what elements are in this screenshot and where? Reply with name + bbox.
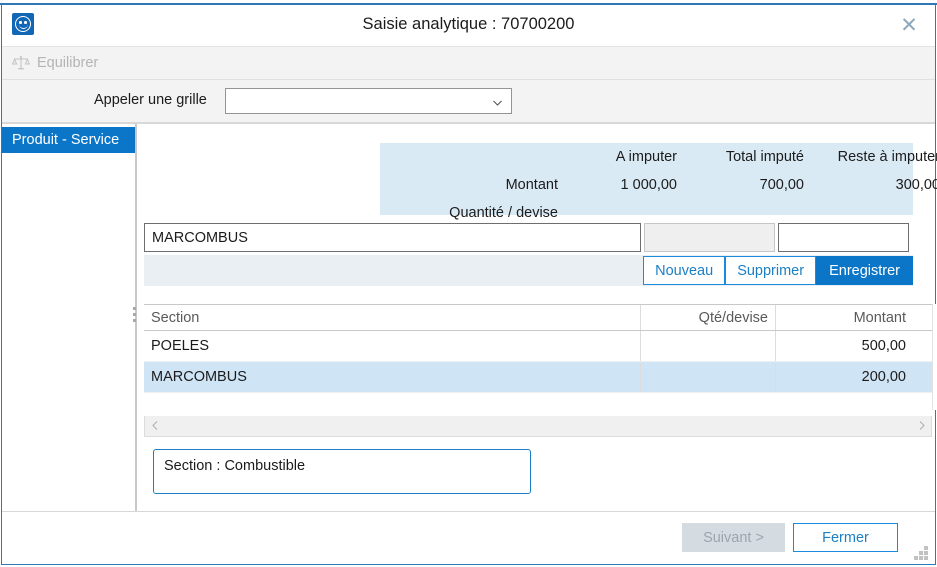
- equilibrer-button[interactable]: Equilibrer: [12, 55, 98, 71]
- summary-montant-total-impute: 700,00: [686, 171, 813, 199]
- summary-header-a-imputer: A imputer: [567, 143, 686, 171]
- summary-row-montant: Montant 1 000,00 700,00 300,00: [380, 171, 937, 199]
- table-empty-area: [144, 393, 932, 417]
- grip-dot: [919, 556, 923, 560]
- section-input[interactable]: MARCOMBUS: [144, 223, 641, 252]
- dialog-window: Saisie analytique : 70700200 ✕ Equilibre…: [1, 4, 936, 565]
- supprimer-button[interactable]: Supprimer: [725, 256, 816, 285]
- grille-combobox[interactable]: [225, 88, 512, 114]
- chevron-down-icon: [492, 95, 503, 106]
- sidebar: Produit - Service: [2, 124, 136, 564]
- sections-table: Section Qté/devise Montant POELES 500,00…: [144, 304, 932, 417]
- summary-panel: A imputer Total imputé Reste à imputer M…: [380, 143, 913, 215]
- sidebar-item-produit-service[interactable]: Produit - Service: [2, 127, 135, 153]
- summary-header-row: A imputer Total imputé Reste à imputer: [380, 143, 937, 171]
- vertical-splitter-grip[interactable]: [131, 302, 137, 326]
- equilibrer-label: Equilibrer: [37, 55, 98, 71]
- quantity-input: [644, 223, 775, 252]
- window-title: Saisie analytique : 70700200: [2, 15, 935, 34]
- grip-dot: [133, 307, 136, 310]
- summary-header-reste-a-imputer: Reste à imputer: [813, 143, 937, 171]
- grille-bar: Appeler une grille Appliquer: [2, 80, 935, 123]
- cell-qte: [641, 331, 776, 361]
- balance-scale-icon: [12, 55, 30, 71]
- table-horizontal-scrollbar[interactable]: [144, 416, 932, 437]
- fermer-button[interactable]: Fermer: [793, 523, 898, 552]
- section-note-box[interactable]: Section : Combustible: [153, 449, 531, 494]
- grip-dot: [914, 556, 918, 560]
- cell-section: POELES: [144, 331, 641, 361]
- summary-corner: [380, 143, 567, 171]
- dialog-body: Produit - Service A imputer Total imputé: [2, 123, 935, 564]
- grip-dot: [924, 556, 928, 560]
- summary-table: A imputer Total imputé Reste à imputer M…: [380, 143, 937, 227]
- sidebar-item-label: Produit - Service: [12, 132, 119, 148]
- grille-label: Appeler une grille: [94, 92, 207, 108]
- grip-dot: [133, 319, 136, 322]
- grip-dot: [924, 551, 928, 555]
- grip-dot: [919, 551, 923, 555]
- column-header-montant[interactable]: Montant: [776, 305, 913, 330]
- cell-montant: 500,00: [776, 331, 913, 361]
- column-header-qte-devise[interactable]: Qté/devise: [641, 305, 776, 330]
- toolbar: Equilibrer: [2, 47, 935, 80]
- suivant-button: Suivant >: [682, 523, 785, 552]
- summary-row-label: Montant: [380, 171, 567, 199]
- scroll-right-icon[interactable]: [912, 416, 930, 435]
- summary-montant-a-imputer: 1 000,00: [567, 171, 686, 199]
- summary-montant-reste: 300,00: [813, 171, 937, 199]
- cell-montant: 200,00: [776, 362, 913, 392]
- dialog-footer: Suivant > Fermer: [2, 511, 935, 564]
- nouveau-button[interactable]: Nouveau: [643, 256, 725, 285]
- scroll-down-icon[interactable]: [933, 386, 937, 406]
- table-vertical-scrollbar[interactable]: [932, 304, 937, 410]
- content-panel: A imputer Total imputé Reste à imputer M…: [136, 124, 935, 564]
- entry-actions: Nouveau Supprimer Enregistrer: [144, 255, 913, 286]
- grip-dot: [924, 546, 928, 550]
- entry-form-row: MARCOMBUS: [144, 223, 913, 252]
- cell-qte: [641, 362, 776, 392]
- cell-section: MARCOMBUS: [144, 362, 641, 392]
- title-bar: Saisie analytique : 70700200 ✕: [2, 5, 935, 47]
- table-row[interactable]: POELES 500,00: [144, 331, 932, 362]
- screen: Saisie analytique : 70700200 ✕ Equilibre…: [0, 0, 937, 567]
- scroll-up-icon[interactable]: [933, 312, 937, 332]
- resize-grip-icon[interactable]: [915, 546, 929, 560]
- close-icon[interactable]: ✕: [891, 9, 927, 42]
- amount-input[interactable]: [778, 223, 909, 252]
- column-header-section[interactable]: Section: [144, 305, 641, 330]
- grip-dot: [133, 313, 136, 316]
- summary-header-total-impute: Total imputé: [686, 143, 813, 171]
- table-header-row: Section Qté/devise Montant: [144, 305, 932, 331]
- scroll-left-icon[interactable]: [146, 416, 164, 435]
- enregistrer-button[interactable]: Enregistrer: [816, 256, 913, 285]
- table-row[interactable]: MARCOMBUS 200,00: [144, 362, 932, 393]
